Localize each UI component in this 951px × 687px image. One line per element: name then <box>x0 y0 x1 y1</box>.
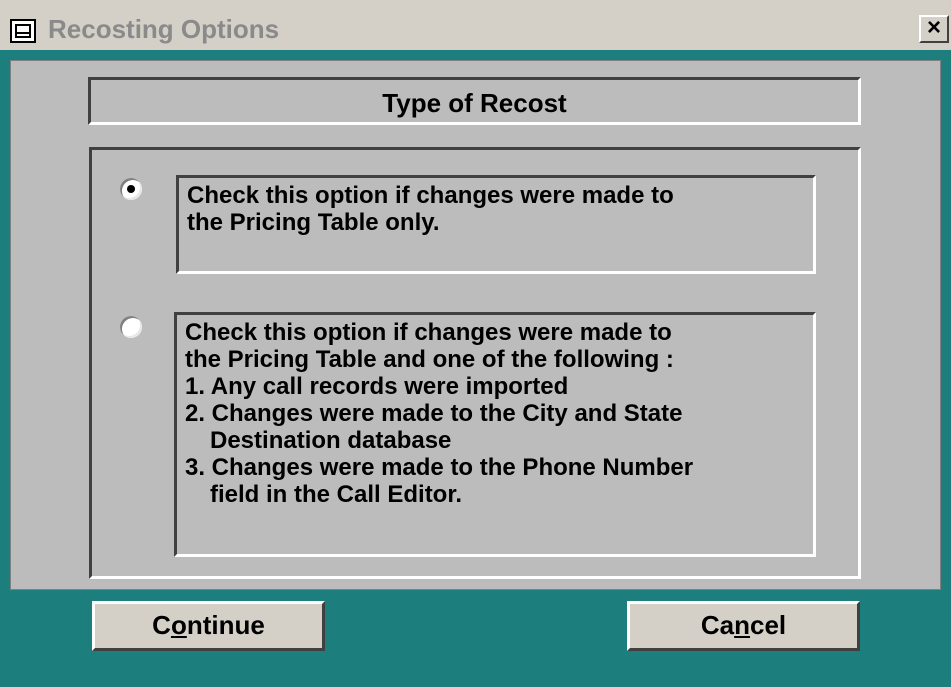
cancel-accelerator-key: n <box>734 610 750 640</box>
continue-button[interactable]: Continue <box>92 601 325 651</box>
radio-selected-dot <box>127 185 135 193</box>
option-text-line: Destination database <box>210 427 452 454</box>
form-icon[interactable] <box>10 19 36 43</box>
option-text-line: the Pricing Table and one of the followi… <box>185 346 674 373</box>
option-text-line: Check this option if changes were made t… <box>187 182 674 209</box>
cancel-label-end: cel <box>749 610 787 640</box>
option-text-line: 1. Any call records were imported <box>185 373 569 400</box>
close-button[interactable]: × <box>919 15 949 43</box>
continue-accelerator-key: o <box>170 610 187 640</box>
continue-label-start: C <box>152 610 171 640</box>
section-header: Type of Recost <box>88 77 861 125</box>
continue-label-end: ntinue <box>186 610 265 640</box>
option-text-line: 2. Changes were made to the City and Sta… <box>185 400 683 427</box>
option-text-line: 3. Changes were made to the Phone Number <box>185 454 694 481</box>
option-pricing-only-description: Check this option if changes were made t… <box>176 175 816 274</box>
radio-option-pricing-only[interactable] <box>120 178 142 200</box>
cancel-button[interactable]: Cancel <box>627 601 860 651</box>
option-text-line: the Pricing Table only. <box>187 209 440 236</box>
section-header-label: Type of Recost <box>382 88 567 118</box>
cancel-label-start: Ca <box>700 610 735 640</box>
option-text-line: Check this option if changes were made t… <box>185 319 672 346</box>
radio-option-pricing-and-more[interactable] <box>120 316 142 338</box>
window-title: Recosting Options <box>48 14 280 44</box>
option-text-line: field in the Call Editor. <box>210 481 463 508</box>
title-bar: Recosting Options × <box>0 0 951 50</box>
option-pricing-and-more-description: Check this option if changes were made t… <box>174 312 816 557</box>
